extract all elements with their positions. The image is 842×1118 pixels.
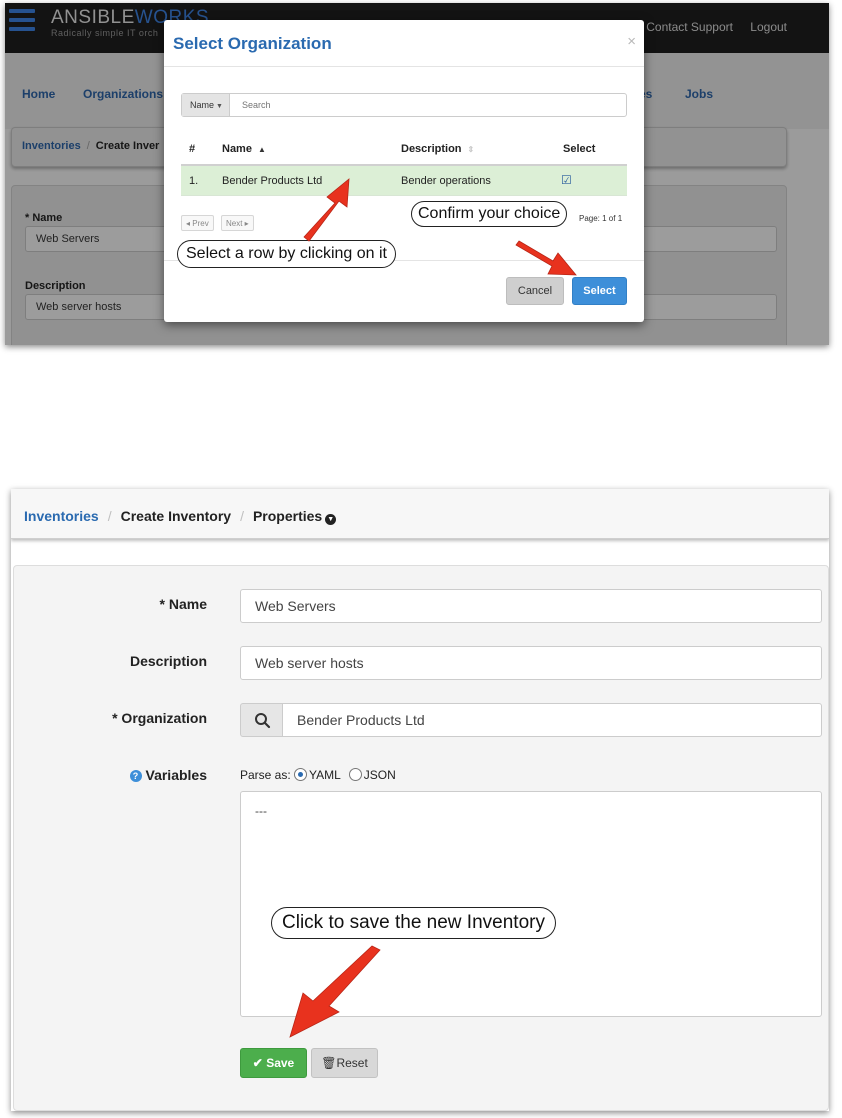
arrow-icons [303,178,577,276]
arrow-icons [289,945,381,1038]
arrow-to-select-icon [515,240,577,276]
arrow-to-row-icon [303,178,350,242]
create-inventory-screenshot: Inventories / Create Inventory / Properties ▼… [11,489,829,1111]
arrow-to-save-icon [289,945,381,1038]
select-organization-screenshot: ANSIBLEWORKS Radically simple IT orch Co… [5,3,829,345]
